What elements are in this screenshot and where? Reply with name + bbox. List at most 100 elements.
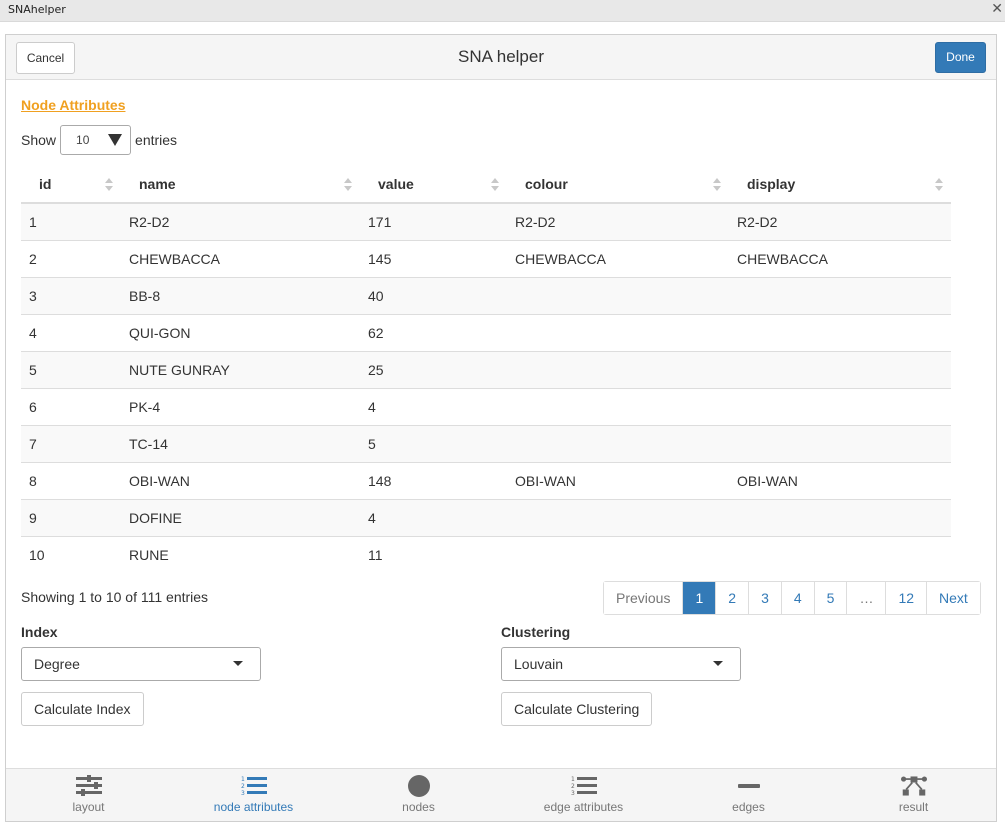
window-title: SNAhelper: [8, 3, 66, 16]
dropdown-arrow-icon: [108, 134, 123, 146]
tab-label: node attributes: [213, 800, 294, 814]
chevron-down-icon: [233, 661, 243, 666]
gadget-page: Cancel SNA helper Done Node Attributes S…: [5, 34, 997, 822]
column-header-display[interactable]: display: [729, 165, 951, 204]
page-button-3[interactable]: 3: [748, 582, 781, 614]
tab-result[interactable]: result: [831, 769, 996, 821]
cell-display: [729, 535, 951, 573]
project-diagram-icon: [900, 776, 927, 796]
table-row[interactable]: 1 R2-D2 171 R2-D2 R2-D2: [21, 203, 951, 240]
cell-colour: [507, 387, 729, 425]
cell-id: 6: [21, 387, 121, 425]
cell-colour: R2-D2: [507, 203, 729, 240]
cell-colour: [507, 424, 729, 462]
table-row[interactable]: 5 NUTE GUNRAY 25: [21, 350, 951, 388]
next-page-button[interactable]: Next: [926, 582, 980, 614]
calculate-clustering-button[interactable]: Calculate Clustering: [501, 692, 653, 726]
table-row[interactable]: 8 OBI-WAN 148 OBI-WAN OBI-WAN: [21, 461, 951, 499]
chevron-down-icon: [713, 661, 723, 666]
tab-nodes[interactable]: nodes: [336, 769, 501, 821]
cell-value: 11: [360, 535, 507, 573]
cell-name: DOFINE: [121, 498, 360, 536]
bottom-nav: layout 1 2 3 node attributes nodes 1 2 3…: [6, 768, 996, 821]
cell-value: 4: [360, 498, 507, 536]
cell-display: R2-D2: [729, 203, 951, 240]
sort-icon: [105, 178, 113, 192]
page-button-12[interactable]: 12: [885, 582, 927, 614]
table-row[interactable]: 3 BB-8 40: [21, 276, 951, 314]
clustering-label: Clustering: [501, 624, 571, 640]
page-button-4[interactable]: 4: [780, 582, 814, 614]
cell-id: 10: [21, 535, 121, 573]
tab-node-attributes[interactable]: 1 2 3 node attributes: [171, 769, 336, 821]
cell-colour: [507, 498, 729, 536]
column-header-name[interactable]: name: [121, 165, 360, 204]
tab-label: edge attributes: [543, 800, 624, 814]
table-row[interactable]: 2 CHEWBACCA 145 CHEWBACCA CHEWBACCA: [21, 239, 951, 277]
table-row[interactable]: 9 DOFINE 4: [21, 498, 951, 536]
calculate-index-button[interactable]: Calculate Index: [21, 692, 144, 726]
table-row[interactable]: 6 PK-4 4: [21, 387, 951, 425]
clustering-select[interactable]: Louvain: [501, 647, 741, 681]
cell-name: RUNE: [121, 535, 360, 573]
cell-name: PK-4: [121, 387, 360, 425]
tab-edges[interactable]: edges: [666, 769, 831, 821]
cell-name: QUI-GON: [121, 313, 360, 351]
column-header-value[interactable]: value: [360, 165, 507, 204]
cell-colour: [507, 276, 729, 314]
gadget-title: SNA helper: [458, 47, 544, 66]
cell-colour: [507, 535, 729, 573]
cell-name: R2-D2: [121, 203, 360, 240]
cell-value: 148: [360, 461, 507, 499]
close-icon[interactable]: ✕: [991, 0, 1003, 18]
cell-display: CHEWBACCA: [729, 239, 951, 277]
sort-icon: [713, 178, 721, 192]
cell-colour: CHEWBACCA: [507, 239, 729, 277]
cell-name: TC-14: [121, 424, 360, 462]
table-row[interactable]: 7 TC-14 5: [21, 424, 951, 462]
svg-text:1: 1: [571, 776, 575, 783]
cell-value: 171: [360, 203, 507, 240]
index-label: Index: [21, 624, 58, 640]
page-button-2[interactable]: 2: [715, 582, 749, 614]
cell-value: 145: [360, 239, 507, 277]
cell-id: 7: [21, 424, 121, 462]
svg-text:3: 3: [241, 790, 245, 797]
page-button-5[interactable]: 5: [813, 582, 847, 614]
tab-edge-attributes[interactable]: 1 2 3 edge attributes: [501, 769, 666, 821]
page-button-1[interactable]: 1: [682, 582, 716, 614]
cell-value: 62: [360, 313, 507, 351]
sort-icon: [344, 178, 352, 192]
sliders-icon: [75, 775, 102, 796]
section-title: Node Attributes: [21, 97, 126, 113]
index-select[interactable]: Degree: [21, 647, 261, 681]
cell-value: 4: [360, 387, 507, 425]
column-header-colour[interactable]: colour: [507, 165, 729, 204]
circle-icon: [407, 775, 430, 797]
cell-value: 40: [360, 276, 507, 314]
done-button[interactable]: Done: [935, 42, 986, 73]
cell-colour: [507, 350, 729, 388]
table-row[interactable]: 10 RUNE 11: [21, 535, 951, 573]
length-control: Show 10 entries: [21, 125, 177, 155]
tab-layout[interactable]: layout: [6, 769, 171, 821]
page-length-select[interactable]: 10: [60, 125, 132, 155]
column-header-id[interactable]: id: [21, 165, 121, 204]
cell-name: NUTE GUNRAY: [121, 350, 360, 388]
cell-display: [729, 387, 951, 425]
cell-id: 8: [21, 461, 121, 499]
cell-display: [729, 313, 951, 351]
tab-label: result: [898, 800, 929, 814]
svg-text:2: 2: [241, 783, 245, 790]
node-attributes-table: id name value colour display 1 R2-D2 171 R2…: [21, 165, 951, 573]
pagination: Previous 1 2 3 4 5 … 12 Next: [603, 581, 981, 615]
cell-display: [729, 424, 951, 462]
previous-page-button[interactable]: Previous: [604, 582, 683, 614]
cell-value: 5: [360, 424, 507, 462]
cell-colour: OBI-WAN: [507, 461, 729, 499]
table-row[interactable]: 4 QUI-GON 62: [21, 313, 951, 351]
cell-id: 2: [21, 239, 121, 277]
svg-text:1: 1: [241, 776, 245, 783]
list-ol-icon: 1 2 3: [571, 776, 597, 797]
tab-label: layout: [72, 800, 105, 814]
